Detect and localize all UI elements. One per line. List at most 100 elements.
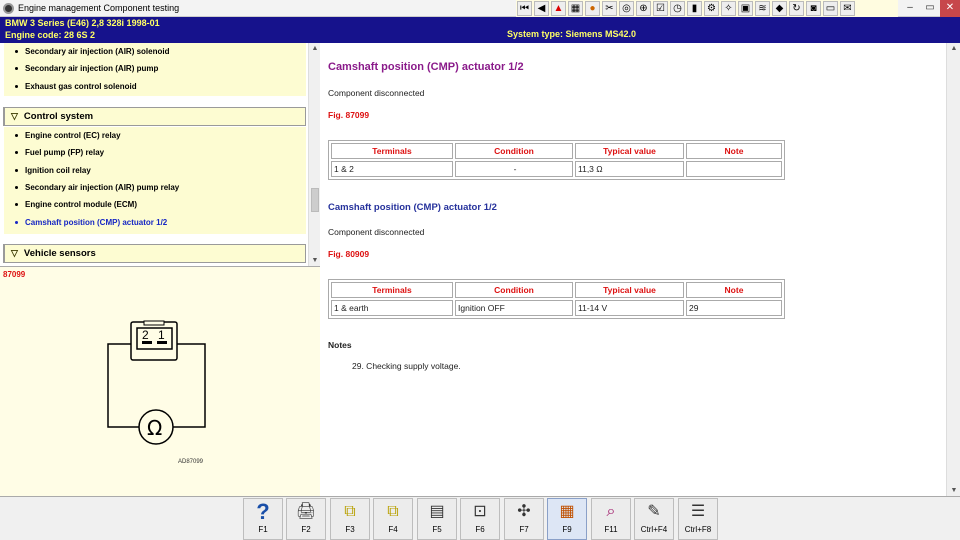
prev-icon[interactable]: ◀ bbox=[534, 1, 549, 16]
refresh-icon[interactable]: ↻ bbox=[789, 1, 804, 16]
key-label: Ctrl+F8 bbox=[684, 525, 712, 534]
notes-title: Notes bbox=[328, 340, 352, 350]
group-title: Vehicle sensors bbox=[23, 248, 96, 259]
tree-item-label: Secondary air injection (AIR) pump bbox=[25, 64, 159, 74]
ohm-symbol: Ω bbox=[147, 416, 162, 440]
tree-item-label: Fuel pump (FP) relay bbox=[25, 148, 105, 158]
tree-item-ecm[interactable]: Engine control module (ECM) bbox=[4, 196, 306, 213]
key-label: F11 bbox=[604, 525, 618, 534]
tree-item-exhaust-solenoid[interactable]: Exhaust gas control solenoid bbox=[4, 78, 306, 95]
scroll-down-icon[interactable]: ▼ bbox=[947, 487, 960, 494]
copy-icon: ⧉ bbox=[344, 503, 356, 520]
wrench-icon[interactable]: ✧ bbox=[721, 1, 736, 16]
f9-button[interactable]: ▦ F9 bbox=[547, 498, 587, 540]
engine-code: Engine code: 28 6S 2 bbox=[5, 30, 96, 40]
scroll-up-icon[interactable]: ▲ bbox=[309, 45, 320, 52]
diagram-panel: 87099 2 1 Ω AD87099 bbox=[0, 266, 320, 496]
cable-icon[interactable]: ≋ bbox=[755, 1, 770, 16]
section-1-status: Component disconnected bbox=[328, 88, 425, 98]
col-typical-value: Typical value bbox=[575, 143, 684, 159]
ctrl-f4-button[interactable]: ✎ Ctrl+F4 bbox=[634, 498, 674, 540]
f6-button[interactable]: ⊡ F6 bbox=[460, 498, 500, 540]
ctrl-f8-button[interactable]: ☰ Ctrl+F8 bbox=[678, 498, 718, 540]
camera-icon[interactable]: ◙ bbox=[806, 1, 821, 16]
bullet-icon bbox=[15, 151, 18, 155]
tree-item-air-pump[interactable]: Secondary air injection (AIR) pump bbox=[4, 60, 306, 77]
tree-item-air-pump-relay[interactable]: Secondary air injection (AIR) pump relay bbox=[4, 179, 306, 196]
col-terminals: Terminals bbox=[331, 282, 453, 298]
tree-item-ec-relay[interactable]: Engine control (EC) relay bbox=[4, 127, 306, 144]
key-label: F6 bbox=[475, 525, 485, 534]
chart-icon[interactable]: ▦ bbox=[568, 1, 583, 16]
tree-item-label: Camshaft position (CMP) actuator 1/2 bbox=[25, 217, 168, 227]
gauge-icon[interactable]: ◎ bbox=[619, 1, 634, 16]
col-typical-value: Typical value bbox=[575, 282, 684, 298]
cell-typical-value: 11,3 Ω bbox=[575, 161, 684, 177]
checklist-icon[interactable]: ☑ bbox=[653, 1, 668, 16]
f3-button[interactable]: ⧉ F3 bbox=[330, 498, 370, 540]
scroll-up-icon[interactable]: ▲ bbox=[947, 45, 960, 52]
scroll-thumb[interactable] bbox=[311, 188, 319, 212]
cell-terminals: 1 & earth bbox=[331, 300, 453, 316]
key-label: F9 bbox=[562, 525, 572, 534]
connector-latch bbox=[143, 320, 165, 326]
engine-icon[interactable]: ⚙ bbox=[704, 1, 719, 16]
note-icon[interactable]: ✉ bbox=[840, 1, 855, 16]
close-button[interactable]: ✕ bbox=[940, 0, 960, 17]
cell-terminals: 1 & 2 bbox=[331, 161, 453, 177]
key-label: F7 bbox=[519, 525, 529, 534]
cell-condition: - bbox=[455, 161, 573, 177]
key-label: F4 bbox=[388, 525, 398, 534]
cell-condition: Ignition OFF bbox=[455, 300, 573, 316]
bullet-icon bbox=[15, 84, 18, 88]
content-scrollbar[interactable]: ▲ ▼ bbox=[946, 43, 960, 496]
key-label: F3 bbox=[345, 525, 355, 534]
bullet-icon bbox=[15, 134, 18, 138]
tree-group-vehicle-sensors[interactable]: ▽ Vehicle sensors bbox=[3, 244, 306, 263]
vehicle-model: BMW 3 Series (E46) 2,8 328i 1998-01 bbox=[5, 18, 160, 28]
diagram-icon[interactable]: ▣ bbox=[738, 1, 753, 16]
first-icon[interactable]: ⏮ bbox=[517, 1, 532, 16]
f2-print-button[interactable]: 🖨 F2 bbox=[286, 498, 326, 540]
tree-scrollbar[interactable]: ▲ ▼ bbox=[308, 43, 320, 266]
document-icon: ▤ bbox=[429, 503, 445, 520]
scroll-down-icon[interactable]: ▼ bbox=[309, 257, 320, 264]
system-type: System type: Siemens MS42.0 bbox=[507, 29, 637, 39]
key-label: F1 bbox=[258, 525, 268, 534]
cell-note: 29 bbox=[686, 300, 782, 316]
pin-2-label: 2 bbox=[142, 328, 149, 342]
pin-1-label: 1 bbox=[158, 328, 165, 342]
bullet-icon bbox=[15, 67, 18, 71]
tree-group-control-system[interactable]: ▽ Control system bbox=[3, 107, 306, 126]
clock-icon[interactable]: ◷ bbox=[670, 1, 685, 16]
key-label: Ctrl+F4 bbox=[640, 525, 668, 534]
tree-item-fp-relay[interactable]: Fuel pump (FP) relay bbox=[4, 144, 306, 161]
tree-item-cmp-actuator[interactable]: Camshaft position (CMP) actuator 1/2 bbox=[4, 213, 306, 230]
section-1-title: Camshaft position (CMP) actuator 1/2 bbox=[328, 61, 524, 73]
values-table-2: Terminals Condition Typical value Note 1… bbox=[328, 279, 785, 319]
minimize-button[interactable]: – bbox=[900, 0, 920, 17]
tools-icon[interactable]: ✂ bbox=[602, 1, 617, 16]
tree-item-air-solenoid[interactable]: Secondary air injection (AIR) solenoid bbox=[4, 43, 306, 60]
print-icon[interactable]: ▭ bbox=[823, 1, 838, 16]
f11-button[interactable]: ⌕ F11 bbox=[591, 498, 631, 540]
component-icon[interactable]: ◆ bbox=[772, 1, 787, 16]
plug-icon[interactable]: ⊕ bbox=[636, 1, 651, 16]
tree-item-label: Exhaust gas control solenoid bbox=[25, 81, 137, 91]
section-2-fig: Fig. 80909 bbox=[328, 249, 370, 259]
f5-button[interactable]: ▤ F5 bbox=[417, 498, 457, 540]
maximize-button[interactable]: ▭ bbox=[920, 0, 940, 17]
battery-icon[interactable]: ▮ bbox=[687, 1, 702, 16]
values-table-1: Terminals Condition Typical value Note 1… bbox=[328, 140, 785, 180]
tree-item-ignition-coil-relay[interactable]: Ignition coil relay bbox=[4, 162, 306, 179]
window-controls: – ▭ ✕ bbox=[900, 0, 960, 17]
info-icon[interactable]: ● bbox=[585, 1, 600, 16]
col-note: Note bbox=[686, 143, 782, 159]
f4-button[interactable]: ⧉ F4 bbox=[373, 498, 413, 540]
help-icon: ? bbox=[256, 499, 270, 524]
f7-button[interactable]: ✣ F7 bbox=[504, 498, 544, 540]
warning-icon[interactable]: ▲ bbox=[551, 1, 566, 16]
function-key-bar: ? F1 🖨 F2 ⧉ F3 ⧉ F4 ▤ F5 ⊡ F6 ✣ F7 ▦ F9 bbox=[0, 496, 960, 540]
group-title: Control system bbox=[23, 111, 94, 122]
f1-help-button[interactable]: ? F1 bbox=[243, 498, 283, 540]
